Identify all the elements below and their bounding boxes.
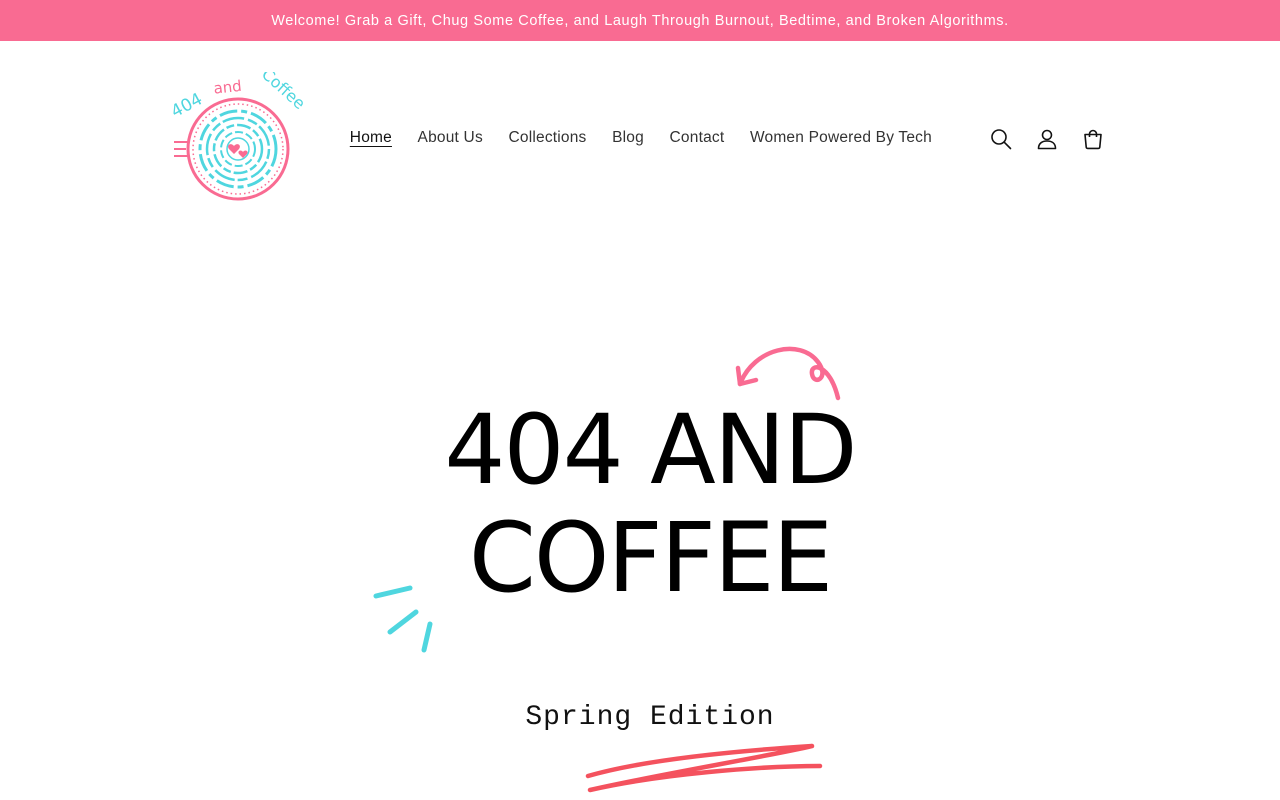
cart-button[interactable] (1077, 123, 1109, 155)
search-icon (991, 129, 1012, 150)
site-logo[interactable]: 404 and Coffee (170, 72, 308, 202)
hero-banner: 404 AND COFFEE Spring Edition (0, 236, 1280, 800)
nav-contact[interactable]: Contact (657, 125, 737, 151)
search-button[interactable] (985, 123, 1017, 155)
nav-about-us[interactable]: About Us (405, 125, 496, 151)
announcement-bar: Welcome! Grab a Gift, Chug Some Coffee, … (0, 0, 1280, 41)
announcement-text: Welcome! Grab a Gift, Chug Some Coffee, … (271, 12, 1009, 29)
account-icon (1037, 129, 1057, 150)
hero-title-line-1: 404 AND (444, 394, 857, 506)
hero-subtitle: Spring Edition (525, 702, 775, 733)
nav-blog[interactable]: Blog (599, 125, 656, 151)
account-button[interactable] (1031, 123, 1063, 155)
logo-image: 404 and Coffee (170, 72, 308, 201)
teal-burst-decoration (373, 585, 433, 653)
scribble-underline-decoration (585, 743, 823, 793)
site-header: 404 and Coffee Home About Us Collections… (0, 41, 1280, 236)
cart-icon (1084, 129, 1102, 150)
nav-collections[interactable]: Collections (496, 125, 600, 151)
main-nav: Home About Us Collections Blog Contact W… (337, 125, 945, 151)
nav-women-powered-by-tech[interactable]: Women Powered By Tech (737, 125, 945, 151)
header-actions (985, 123, 1109, 155)
hero-title: 404 AND COFFEE (330, 396, 970, 612)
nav-home[interactable]: Home (337, 125, 405, 151)
svg-text:and: and (213, 77, 243, 98)
